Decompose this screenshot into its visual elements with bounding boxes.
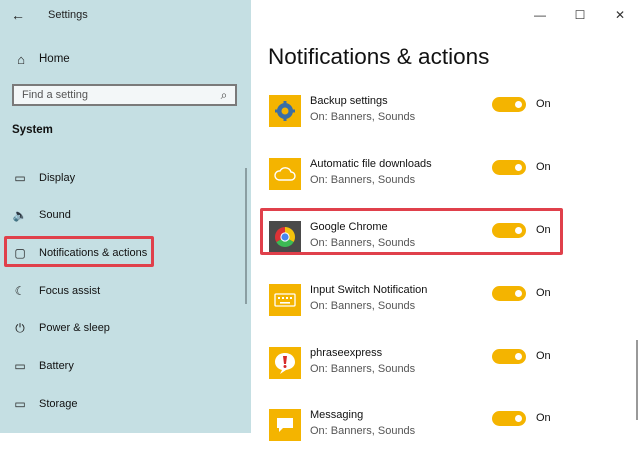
sidebar-item-label: Focus assist [39,285,101,297]
toggle-state-label: On [536,412,551,424]
toggle-state-label: On [536,98,551,110]
sidebar-item-label: Sound [39,209,71,221]
cloud-icon [269,158,301,190]
toggle-state-label: On [536,350,551,362]
window-title: Settings [48,9,88,21]
sidebar-item-battery[interactable]: ▭ Battery [0,351,251,381]
power-icon: ⏻ [15,320,25,335]
sidebar-item-power-sleep[interactable]: ⏻ Power & sleep [0,313,251,343]
minimize-button[interactable]: — [520,0,560,30]
notification-toggle[interactable] [492,349,526,364]
storage-icon: ▭ [14,397,26,411]
maximize-icon: ☐ [574,8,586,22]
gear-icon [269,95,301,127]
page-title: Notifications & actions [268,44,490,69]
sidebar-item-label: Battery [39,360,74,372]
back-arrow-icon: ← [11,7,25,23]
home-icon: ⌂ [17,51,25,67]
app-name: Input Switch Notification [310,284,428,296]
app-row-input-switch-notification[interactable]: Input Switch Notification On: Banners, S… [251,280,640,328]
search-input[interactable] [14,88,213,102]
close-icon: ✕ [614,8,626,22]
app-row-automatic-file-downloads[interactable]: Automatic file downloads On: Banners, So… [251,154,640,202]
app-name: Automatic file downloads [310,158,432,170]
back-button[interactable]: ← [0,0,36,30]
app-name: Backup settings [310,95,388,107]
sidebar-item-sound[interactable]: 🔈 Sound [0,200,251,230]
title-bar: ← Settings [0,0,251,30]
search-icon[interactable]: ⌕ [213,88,235,103]
section-title: System [12,124,53,136]
minimize-icon: — [534,8,546,22]
sidebar-item-storage[interactable]: ▭ Storage [0,389,251,419]
selected-item-highlight [4,236,154,267]
sidebar-item-label: Display [39,172,76,184]
search-box[interactable]: ⌕ [12,84,237,106]
app-name: phraseexpress [310,347,383,359]
display-icon: ▭ [14,171,26,185]
focus-assist-icon: ☾ [14,284,26,298]
app-subtitle: On: Banners, Sounds [310,425,416,437]
phraseexpress-icon [269,347,301,379]
toggle-state-label: On [536,161,551,173]
sidebar-item-home[interactable]: ⌂ Home [0,44,251,74]
app-subtitle: On: Banners, Sounds [310,300,416,312]
close-button[interactable]: ✕ [600,0,640,30]
toggle-state-label: On [536,287,551,299]
main-scrollbar[interactable] [636,340,638,420]
sidebar-item-display[interactable]: ▭ Display [0,163,251,193]
sidebar: ← Settings ⌂ Home ⌕ System ▭ Display 🔈 S… [0,0,251,433]
main-panel: — ☐ ✕ Notifications & actions Backup set… [251,0,640,441]
sidebar-item-focus-assist[interactable]: ☾ Focus assist [0,276,251,306]
messaging-icon [269,409,301,441]
home-label: Home [39,53,70,65]
notification-toggle[interactable] [492,411,526,426]
window-controls: — ☐ ✕ [520,0,640,30]
maximize-button[interactable]: ☐ [560,0,600,30]
notification-toggle[interactable] [492,286,526,301]
app-subtitle: On: Banners, Sounds [310,363,416,375]
keyboard-icon [269,284,301,316]
app-row-phraseexpress[interactable]: phraseexpress On: Banners, Sounds On [251,343,640,391]
app-row-messaging[interactable]: Messaging On: Banners, Sounds On [251,405,640,453]
sound-icon: 🔈 [12,208,28,222]
app-subtitle: On: Banners, Sounds [310,174,416,186]
sidebar-scrollbar[interactable] [245,168,247,304]
battery-icon: ▭ [14,359,26,373]
chrome-row-highlight [260,208,563,255]
sidebar-item-label: Storage [39,398,78,410]
notification-toggle[interactable] [492,97,526,112]
app-name: Messaging [310,409,364,421]
notification-toggle[interactable] [492,160,526,175]
app-subtitle: On: Banners, Sounds [310,111,416,123]
app-row-backup-settings[interactable]: Backup settings On: Banners, Sounds On [251,91,640,139]
sidebar-item-label: Power & sleep [39,322,110,334]
